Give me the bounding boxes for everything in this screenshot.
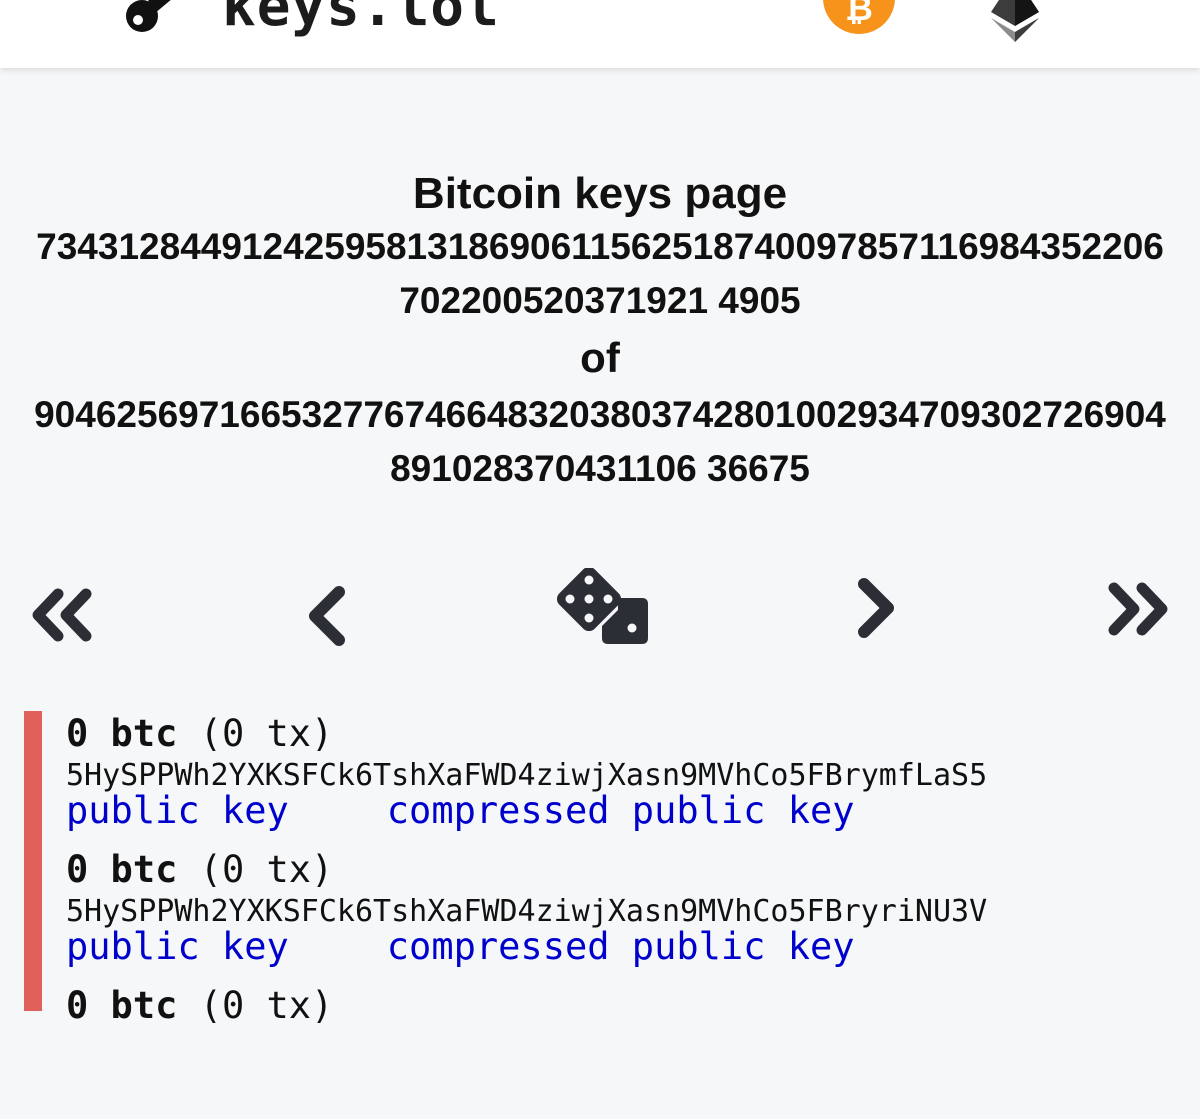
balance-line: 0 btc (0 tx) bbox=[66, 711, 1200, 756]
compressed-public-key-link[interactable]: compressed public key bbox=[387, 925, 855, 968]
public-key-link[interactable]: public key bbox=[66, 925, 289, 968]
dice-icon[interactable] bbox=[552, 566, 650, 651]
key-list: 0 btc (0 tx) 5HySPPWh2YXKSFCk6TshXaFWD4z… bbox=[24, 711, 1200, 1027]
chevron-right-icon[interactable] bbox=[856, 578, 900, 643]
site-header: keys.lol ₿ bbox=[0, 0, 1200, 68]
key-entry: 0 btc (0 tx) bbox=[66, 983, 1200, 1119]
key-links: public key compressed public key bbox=[66, 924, 1200, 969]
key-entry: 0 btc (0 tx) 5HySPPWh2YXKSFCk6TshXaFWD4z… bbox=[66, 847, 1200, 983]
balance-amount: 0 btc bbox=[66, 848, 178, 891]
bitcoin-glyph: ₿ bbox=[845, 0, 873, 28]
chevron-left-icon[interactable] bbox=[303, 586, 347, 651]
double-chevron-left-icon[interactable] bbox=[28, 588, 94, 647]
current-page-number: 7343128449124259581318690611562518740097… bbox=[36, 226, 1164, 321]
page-title-block: Bitcoin keys page 7343128449124259581318… bbox=[0, 168, 1200, 496]
ethereum-icon[interactable] bbox=[987, 0, 1043, 42]
tx-count: (0 tx) bbox=[199, 984, 334, 1027]
public-key-link[interactable]: public key bbox=[66, 789, 289, 832]
key-links: public key compressed public key bbox=[66, 788, 1200, 833]
compressed-public-key-link[interactable]: compressed public key bbox=[387, 789, 855, 832]
key-icon[interactable] bbox=[122, 0, 182, 38]
tx-count: (0 tx) bbox=[199, 712, 334, 755]
tx-count: (0 tx) bbox=[199, 848, 334, 891]
of-label: of bbox=[580, 334, 620, 381]
balance-line: 0 btc (0 tx) bbox=[66, 983, 1200, 1028]
balance-amount: 0 btc bbox=[66, 712, 178, 755]
total-pages-number: 9046256971665327767466483203803742801002… bbox=[34, 394, 1166, 489]
double-chevron-right-icon[interactable] bbox=[1106, 582, 1172, 641]
bitcoin-icon[interactable]: ₿ bbox=[823, 0, 895, 34]
page-title: Bitcoin keys page bbox=[412, 169, 788, 218]
balance-amount: 0 btc bbox=[66, 984, 178, 1027]
balance-line: 0 btc (0 tx) bbox=[66, 847, 1200, 892]
key-entry: 0 btc (0 tx) 5HySPPWh2YXKSFCk6TshXaFWD4z… bbox=[66, 711, 1200, 847]
site-logo-text[interactable]: keys.lol bbox=[222, 0, 500, 39]
